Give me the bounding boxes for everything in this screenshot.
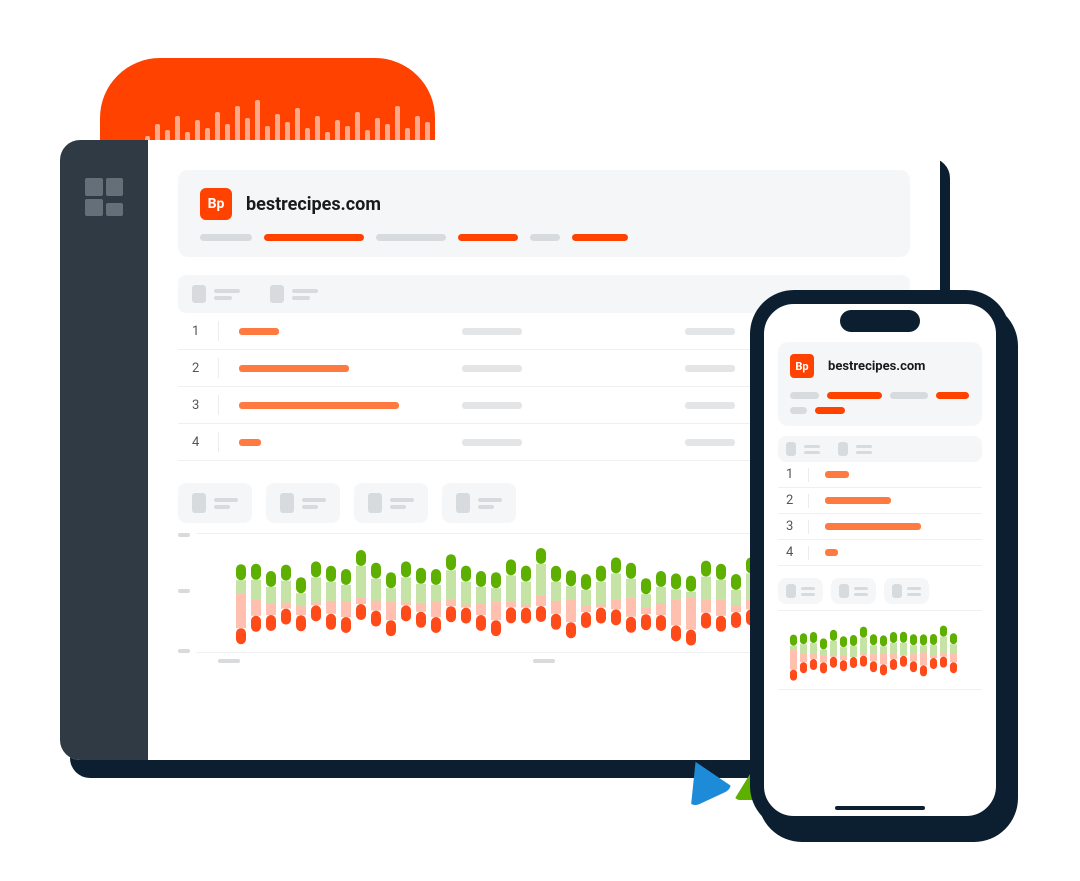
phone-site-header-card: Bp bestrecipes.com bbox=[778, 342, 982, 426]
chart-chip-1[interactable] bbox=[778, 578, 823, 604]
phone-table-header bbox=[778, 436, 982, 462]
chart-chip-4[interactable] bbox=[442, 483, 516, 523]
table-row[interactable]: 3 bbox=[778, 514, 982, 540]
table-column-1[interactable] bbox=[786, 442, 820, 456]
y-axis-tick bbox=[178, 533, 190, 537]
table-row[interactable]: 2 bbox=[778, 488, 982, 514]
chart-chip-2[interactable] bbox=[831, 578, 876, 604]
phone-filter-row bbox=[790, 392, 970, 414]
chart-chip-1[interactable] bbox=[178, 483, 252, 523]
phone-frame: Bp bestrecipes.com 1234 bbox=[750, 290, 1010, 830]
dynamic-island bbox=[840, 310, 920, 332]
site-badge: Bp bbox=[790, 354, 814, 378]
site-name: bestrecipes.com bbox=[828, 359, 925, 374]
site-name: bestrecipes.com bbox=[246, 194, 381, 215]
phone-table-section: 1234 bbox=[778, 436, 982, 566]
site-header-card: Bp bestrecipes.com bbox=[178, 170, 910, 257]
sidebar bbox=[60, 140, 148, 760]
table-column-2[interactable] bbox=[270, 285, 318, 303]
table-column-2[interactable] bbox=[838, 442, 872, 456]
phone-chart-body bbox=[778, 610, 982, 690]
table-row[interactable]: 4 bbox=[778, 540, 982, 566]
table-row[interactable]: 1 bbox=[778, 462, 982, 488]
chart-chip-3[interactable] bbox=[354, 483, 428, 523]
filter-row bbox=[200, 234, 888, 241]
site-badge: Bp bbox=[200, 188, 232, 220]
home-indicator bbox=[835, 806, 925, 810]
blue-triangle-icon bbox=[674, 752, 734, 809]
y-axis-tick-mid bbox=[178, 589, 190, 593]
table-column-1[interactable] bbox=[192, 285, 240, 303]
chart-chip-2[interactable] bbox=[266, 483, 340, 523]
phone-chart-section bbox=[778, 578, 982, 690]
chart-chip-3[interactable] bbox=[884, 578, 929, 604]
grid-icon[interactable] bbox=[85, 178, 123, 216]
y-axis-tick bbox=[178, 649, 190, 653]
